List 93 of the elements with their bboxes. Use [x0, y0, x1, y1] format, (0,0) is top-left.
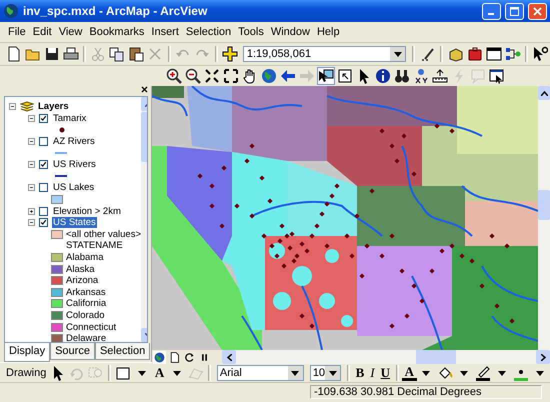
window-icon[interactable]: [486, 46, 502, 62]
tab[interactable]: Selection: [94, 343, 150, 360]
legend-heading: STATENAME: [66, 240, 123, 252]
legend-label: <all other values>: [66, 228, 141, 240]
collapse-icon[interactable]: [28, 161, 35, 168]
legend-label: California: [66, 298, 106, 310]
arrows-inward-icon[interactable]: [204, 68, 220, 84]
layers-icon: [20, 101, 34, 112]
checkbox[interactable]: [39, 183, 48, 192]
paint-bucket-icon[interactable]: [437, 364, 454, 380]
collapse-icon[interactable]: [28, 114, 35, 122]
menu-item[interactable]: Bookmarks: [87, 25, 150, 39]
globe-icon: [3, 3, 19, 19]
coordinates-readout: -109.638 30.981 Decimal Degrees: [310, 385, 542, 399]
menu-item[interactable]: Tools: [236, 25, 269, 39]
connector-icon[interactable]: [504, 46, 521, 62]
menu-item[interactable]: Insert: [149, 25, 184, 39]
binoculars-icon[interactable]: [394, 68, 410, 84]
text-tool-button[interactable]: A: [152, 364, 168, 380]
plus-icon[interactable]: [222, 46, 238, 62]
layer-name[interactable]: US Rivers: [52, 159, 97, 170]
legend-label: Arkansas: [66, 286, 106, 298]
select-features-icon[interactable]: [318, 68, 334, 84]
legend-label: Arizona: [66, 275, 98, 286]
checkbox[interactable]: [39, 137, 48, 146]
font-color-button[interactable]: A: [402, 364, 417, 380]
checkbox[interactable]: [39, 160, 48, 170]
legend-label: Delaware: [66, 333, 106, 342]
toolbox-icon[interactable]: [466, 46, 483, 62]
pencil-icon[interactable]: [420, 46, 436, 62]
menu-item[interactable]: Window: [268, 25, 315, 39]
drawing-menu[interactable]: Drawing: [4, 366, 48, 378]
tab[interactable]: Source: [50, 343, 95, 360]
ruler-icon[interactable]: [432, 68, 448, 84]
checkbox[interactable]: [39, 206, 48, 216]
layer-name[interactable]: AZ Rivers: [52, 136, 96, 148]
checkbox[interactable]: [39, 218, 48, 228]
refresh-icon[interactable]: [183, 350, 196, 364]
select-box-icon[interactable]: [336, 68, 352, 84]
zoom-in-icon[interactable]: [166, 68, 182, 84]
printer-icon[interactable]: [62, 46, 78, 62]
layer-group-name[interactable]: Layers: [38, 101, 69, 112]
checkbox[interactable]: [39, 114, 48, 123]
expand-icon[interactable]: [28, 208, 35, 215]
legend-label: Connecticut: [66, 322, 116, 333]
map-drawing[interactable]: [152, 86, 538, 350]
layer-name[interactable]: Elevation > 2km: [52, 206, 122, 217]
legend-label: Alaska: [66, 264, 95, 275]
menu-item[interactable]: Edit: [30, 25, 57, 39]
minimize-button[interactable]: [482, 2, 501, 20]
layer-name[interactable]: US States: [52, 217, 97, 228]
close-icon[interactable]: [141, 86, 148, 93]
collapse-icon[interactable]: [28, 219, 35, 226]
underline-button[interactable]: U: [378, 364, 394, 380]
scroll-thumb[interactable]: [416, 350, 456, 364]
menu-item[interactable]: View: [56, 25, 88, 39]
window-title: inv_spc.mxd - ArcMap - ArcView: [23, 4, 208, 18]
scrollbar[interactable]: [538, 86, 550, 350]
hand-icon[interactable]: [242, 68, 258, 84]
italic-button[interactable]: I: [367, 364, 378, 380]
close-button[interactable]: [528, 2, 547, 20]
menu-item[interactable]: Selection: [184, 25, 236, 39]
scale-field[interactable]: 1:19,058,061: [242, 46, 406, 62]
zoom-out-icon[interactable]: [184, 68, 200, 84]
pen-icon[interactable]: [475, 364, 492, 380]
maximize-icon[interactable]: [510, 6, 519, 16]
bold-button[interactable]: B: [352, 364, 368, 380]
scrollbar[interactable]: [222, 350, 550, 364]
font-size-field[interactable]: 10: [310, 364, 342, 380]
copy-icon[interactable]: [109, 46, 126, 62]
arrows-outward-icon[interactable]: [222, 68, 238, 84]
layer-name[interactable]: US Lakes: [52, 182, 96, 194]
rectangle-icon[interactable]: [115, 364, 132, 380]
legend-label: Colorado: [66, 310, 105, 321]
left-arrow-icon[interactable]: [280, 68, 296, 84]
collapse-icon[interactable]: [28, 138, 35, 146]
tab[interactable]: Display: [4, 343, 50, 362]
font-field[interactable]: Arial: [216, 364, 304, 380]
scroll-thumb[interactable]: [538, 190, 550, 220]
legend-label: Alabama: [66, 252, 104, 264]
globe-icon[interactable]: [153, 350, 166, 364]
info-icon[interactable]: [374, 68, 390, 84]
map-window-icon[interactable]: [488, 68, 504, 84]
globe-icon[interactable]: [260, 68, 276, 84]
collapse-icon[interactable]: [9, 103, 16, 110]
layer-name[interactable]: Tamarix: [52, 112, 88, 124]
clipboard-icon[interactable]: [128, 46, 144, 62]
page-icon[interactable]: [6, 46, 22, 62]
maximize-button[interactable]: [505, 2, 524, 20]
menu-item[interactable]: Help: [314, 25, 345, 39]
xy-point-icon[interactable]: [412, 68, 428, 84]
menu-item[interactable]: File: [6, 25, 31, 39]
collapse-icon[interactable]: [28, 184, 35, 192]
